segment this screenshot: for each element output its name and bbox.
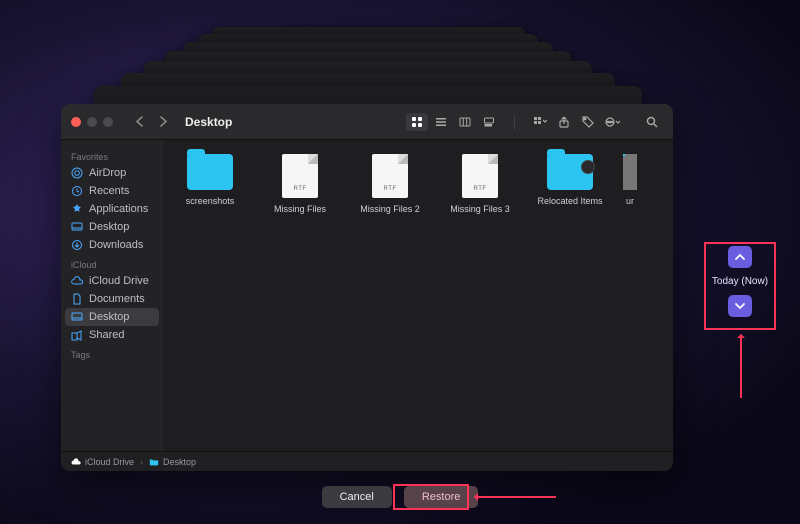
icloud-icon [71,275,83,287]
downloads-icon [71,239,83,251]
path-crumb-label: iCloud Drive [85,457,134,467]
column-view-button[interactable] [454,113,476,131]
sidebar-item-icloud-drive[interactable]: iCloud Drive [61,272,163,290]
file-item[interactable]: RTF Missing Files 3 [443,154,517,215]
action-menu-button[interactable] [601,113,623,131]
folder-icon [547,154,593,190]
sidebar-header-icloud: iCloud [61,254,163,272]
close-window-button[interactable] [71,117,81,127]
file-name: Relocated Items [537,196,602,207]
search-button[interactable] [641,113,663,131]
file-item[interactable]: screenshots [173,154,247,207]
folder-icon [149,457,159,467]
annotation-arrow [476,496,556,498]
sidebar-item-label: Desktop [89,311,129,323]
recents-icon [71,185,83,197]
cancel-button[interactable]: Cancel [322,486,392,508]
file-item[interactable]: Relocated Items [533,154,607,207]
tags-button[interactable] [577,113,599,131]
sidebar-item-airdrop[interactable]: AirDrop [61,164,163,182]
file-name: ur [626,196,634,207]
icon-view-button[interactable] [406,113,428,131]
window-title: Desktop [185,115,232,129]
sidebar-item-shared[interactable]: Shared [61,326,163,344]
sidebar-item-desktop[interactable]: Desktop [61,218,163,236]
desktop-icon [71,311,83,323]
list-view-button[interactable] [430,113,452,131]
path-crumb-label: Desktop [163,457,196,467]
path-bar: iCloud Drive › Desktop [61,451,673,471]
shared-icon [71,329,83,341]
sidebar: Favorites AirDrop Recents Applications D… [61,140,163,451]
minimize-window-button[interactable] [87,117,97,127]
annotation-arrow [740,336,742,398]
file-name: screenshots [186,196,235,207]
sidebar-item-applications[interactable]: Applications [61,200,163,218]
sidebar-item-label: Desktop [89,221,129,233]
file-name: Missing Files [274,204,326,215]
sidebar-item-label: Applications [89,203,148,215]
sidebar-item-label: AirDrop [89,167,126,179]
sidebar-header-tags: Tags [61,344,163,362]
back-button[interactable] [129,112,149,132]
folder-icon [623,154,637,190]
documents-icon [71,293,83,305]
chevron-right-icon: › [140,457,143,467]
sidebar-header-favorites: Favorites [61,146,163,164]
fullscreen-window-button[interactable] [103,117,113,127]
window-body: Favorites AirDrop Recents Applications D… [61,140,673,451]
group-by-button[interactable] [529,113,551,131]
rtf-document-icon: RTF [282,154,318,198]
file-item[interactable]: RTF Missing Files [263,154,337,215]
gallery-view-button[interactable] [478,113,500,131]
annotation-box [393,484,469,510]
file-name: Missing Files 2 [360,204,420,215]
sidebar-item-desktop-icloud[interactable]: Desktop [65,308,159,326]
rtf-document-icon: RTF [462,154,498,198]
file-item[interactable]: RTF Missing Files 2 [353,154,427,215]
nav-arrows [129,112,173,132]
sidebar-item-documents[interactable]: Documents [61,290,163,308]
ghost-window [94,86,642,106]
share-button[interactable] [553,113,575,131]
applications-icon [71,203,83,215]
sidebar-item-label: Shared [89,329,124,341]
finder-window: Desktop Favorites AirDrop Recents Applic… [61,104,673,471]
view-mode-buttons [406,113,500,131]
icloud-icon [71,457,81,467]
file-item-cut[interactable]: ur [623,154,637,207]
sidebar-item-label: iCloud Drive [89,275,149,287]
path-crumb[interactable]: Desktop [149,457,196,467]
airdrop-icon [71,167,83,179]
separator [514,114,515,130]
sidebar-item-label: Recents [89,185,129,197]
forward-button[interactable] [153,112,173,132]
sidebar-item-downloads[interactable]: Downloads [61,236,163,254]
file-grid: screenshots RTF Missing Files RTF Missin… [163,140,673,451]
traffic-lights [71,117,113,127]
rtf-document-icon: RTF [372,154,408,198]
annotation-box [704,242,776,330]
file-name: Missing Files 3 [450,204,510,215]
path-crumb[interactable]: iCloud Drive [71,457,134,467]
sidebar-item-recents[interactable]: Recents [61,182,163,200]
toolbar-actions [529,113,623,131]
toolbar: Desktop [61,104,673,140]
folder-icon [187,154,233,190]
sidebar-item-label: Downloads [89,239,143,251]
sidebar-item-label: Documents [89,293,145,305]
desktop-icon [71,221,83,233]
